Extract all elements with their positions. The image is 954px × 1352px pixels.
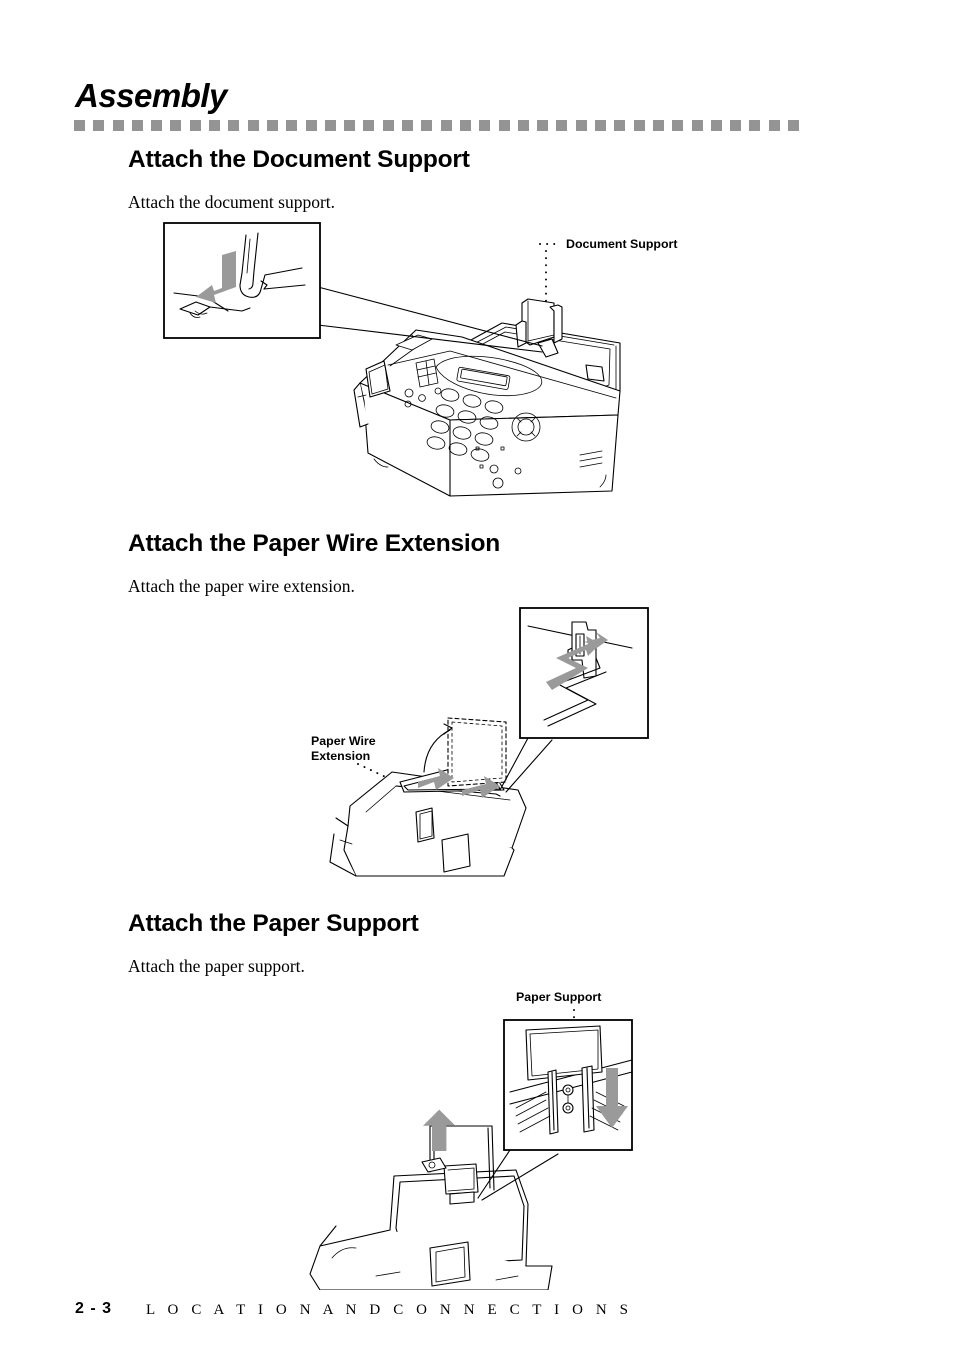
body-document-support: Attach the document support.: [128, 192, 336, 212]
footer-chapter-title: L O C A T I O N A N D C O N N E C T I O …: [146, 1302, 633, 1318]
body-paper-support: Attach the paper support.: [128, 956, 305, 976]
heading-paper-support: Attach the Paper Support: [128, 910, 419, 937]
footer-page-number: 2 - 3: [75, 1300, 113, 1317]
paper-wire-extension-figure: [329, 607, 649, 877]
paper-support-figure: [309, 1009, 633, 1290]
body-paper-wire-extension: Attach the paper wire extension.: [128, 576, 355, 596]
heading-paper-wire-extension: Attach the Paper Wire Extension: [128, 530, 501, 557]
section-divider-rule: [74, 120, 822, 131]
heading-document-support: Attach the Document Support: [128, 146, 470, 173]
manual-page: Assembly Attach the Document Support Att…: [0, 0, 954, 1352]
page-title: Assembly: [75, 77, 227, 114]
document-support-figure: [163, 222, 621, 497]
